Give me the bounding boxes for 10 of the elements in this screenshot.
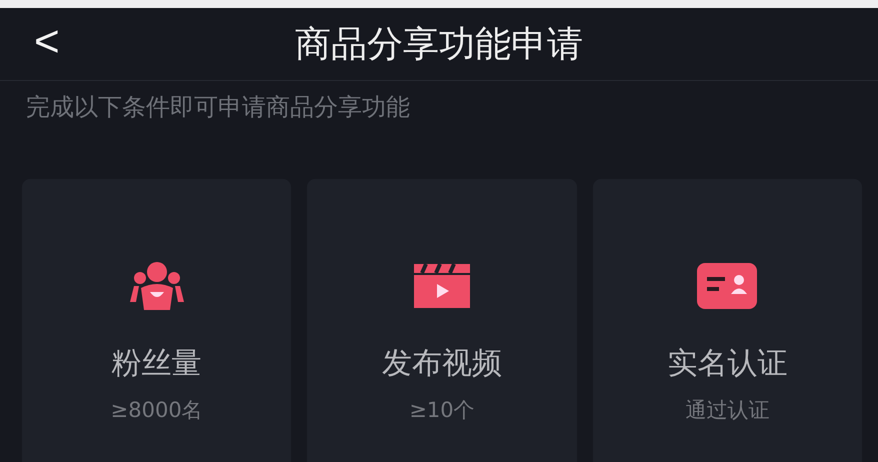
page-title: 商品分享功能申请 [295, 22, 583, 66]
requirement-value: 通过认证 [685, 397, 770, 424]
requirement-value: ≥10个 [409, 397, 475, 424]
instruction-text: 完成以下条件即可申请商品分享功能 [25, 92, 411, 123]
requirement-title: 发布视频 [382, 345, 502, 383]
requirement-title: 实名认证 [667, 345, 788, 383]
requirement-title: 粉丝量 [112, 345, 202, 383]
requirement-value: ≥8000名 [110, 397, 203, 424]
back-button[interactable]: < [28, 16, 66, 68]
id-card-icon [695, 261, 760, 311]
